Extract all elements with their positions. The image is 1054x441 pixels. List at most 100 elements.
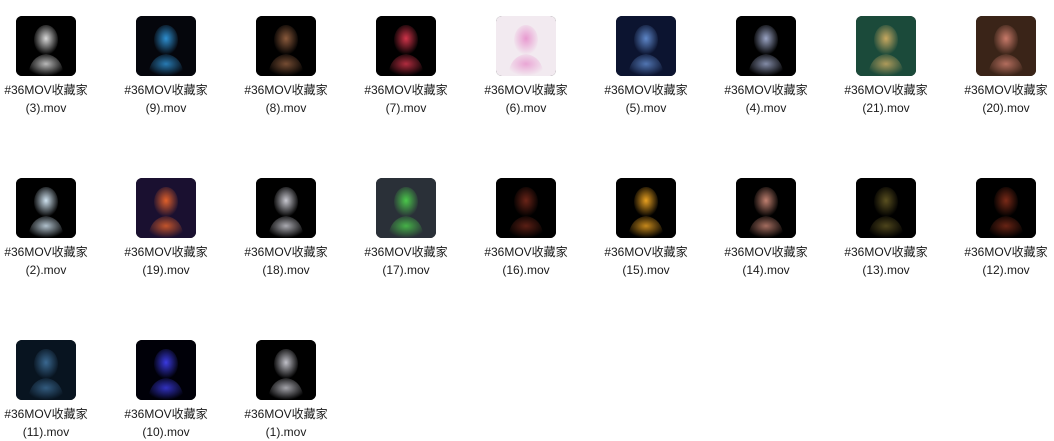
video-thumbnail-icon [976,16,1036,76]
video-thumbnail-icon [136,340,196,400]
file-item[interactable]: #36MOV收藏家 (8).mov [240,0,340,115]
file-name-line-2: (17).mov [382,263,430,277]
video-thumbnail-icon [16,16,76,76]
file-item[interactable]: #36MOV收藏家 (21).mov [840,0,940,115]
file-name-line-2: (7).mov [385,101,427,115]
file-name-line-1: #36MOV收藏家 [844,83,928,97]
file-item[interactable]: #36MOV收藏家 (16).mov [480,162,580,277]
video-thumbnail-icon [616,16,676,76]
file-item[interactable]: #36MOV收藏家 (9).mov [120,0,220,115]
file-name-line-2: (6).mov [505,101,547,115]
file-item[interactable]: #36MOV收藏家 (13).mov [840,162,940,277]
file-name: #36MOV收藏家 (9).mov [106,81,226,117]
file-item[interactable]: #36MOV收藏家 (12).mov [960,162,1054,277]
file-name: #36MOV收藏家 (5).mov [586,81,706,117]
video-thumbnail-icon [736,178,796,238]
video-thumbnail-icon [496,16,556,76]
file-item[interactable]: #36MOV收藏家 (4).mov [720,0,820,115]
file-item[interactable]: #36MOV收藏家 (10).mov [120,324,220,439]
file-name-line-2: (20).mov [982,101,1030,115]
file-name-line-1: #36MOV收藏家 [4,83,88,97]
file-name: #36MOV收藏家 (17).mov [346,243,466,279]
file-item[interactable]: #36MOV收藏家 (1).mov [240,324,340,439]
video-thumbnail-icon [736,16,796,76]
file-item[interactable]: #36MOV收藏家 (19).mov [120,162,220,277]
file-name-line-1: #36MOV收藏家 [604,245,688,259]
file-name: #36MOV收藏家 (1).mov [226,405,346,441]
file-name-line-1: #36MOV收藏家 [484,83,568,97]
file-name-line-1: #36MOV收藏家 [124,83,208,97]
video-thumbnail-icon [16,340,76,400]
file-name-line-2: (3).mov [25,101,67,115]
video-thumbnail-icon [856,16,916,76]
file-name-line-2: (8).mov [265,101,307,115]
file-name-line-2: (16).mov [502,263,550,277]
file-item[interactable]: #36MOV收藏家 (7).mov [360,0,460,115]
file-item[interactable]: #36MOV收藏家 (6).mov [480,0,580,115]
file-name: #36MOV收藏家 (13).mov [826,243,946,279]
file-name-line-2: (13).mov [862,263,910,277]
file-name-line-2: (4).mov [745,101,787,115]
video-thumbnail-icon [256,16,316,76]
file-name-line-2: (18).mov [262,263,310,277]
file-name-line-2: (10).mov [142,425,190,439]
file-name-line-2: (12).mov [982,263,1030,277]
video-thumbnail-icon [256,178,316,238]
file-name: #36MOV收藏家 (15).mov [586,243,706,279]
file-grid: #36MOV收藏家 (3).mov #36MOV收藏家 (9).mov #36MOV收藏… [0,0,1054,440]
video-thumbnail-icon [616,178,676,238]
file-name: #36MOV收藏家 (3).mov [0,81,106,117]
file-name-line-2: (9).mov [145,101,187,115]
file-name: #36MOV收藏家 (16).mov [466,243,586,279]
file-item[interactable]: #36MOV收藏家 (3).mov [0,0,100,115]
file-name-line-1: #36MOV收藏家 [844,245,928,259]
video-thumbnail-icon [376,178,436,238]
file-name: #36MOV收藏家 (18).mov [226,243,346,279]
video-thumbnail-icon [856,178,916,238]
video-thumbnail-icon [136,16,196,76]
file-name: #36MOV收藏家 (7).mov [346,81,466,117]
file-item[interactable]: #36MOV收藏家 (14).mov [720,162,820,277]
file-name-line-2: (21).mov [862,101,910,115]
video-thumbnail-icon [976,178,1036,238]
file-item[interactable]: #36MOV收藏家 (11).mov [0,324,100,439]
file-item[interactable]: #36MOV收藏家 (2).mov [0,162,100,277]
file-item[interactable]: #36MOV收藏家 (18).mov [240,162,340,277]
file-item[interactable]: #36MOV收藏家 (20).mov [960,0,1054,115]
file-name-line-1: #36MOV收藏家 [4,407,88,421]
file-name: #36MOV收藏家 (6).mov [466,81,586,117]
file-name: #36MOV收藏家 (10).mov [106,405,226,441]
file-name-line-2: (14).mov [742,263,790,277]
file-item[interactable]: #36MOV收藏家 (5).mov [600,0,700,115]
file-name-line-2: (11).mov [22,425,70,439]
file-name-line-2: (2).mov [25,263,67,277]
video-thumbnail-icon [136,178,196,238]
file-name-line-1: #36MOV收藏家 [4,245,88,259]
file-item[interactable]: #36MOV收藏家 (17).mov [360,162,460,277]
file-name-line-1: #36MOV收藏家 [124,245,208,259]
file-name-line-1: #36MOV收藏家 [244,83,328,97]
file-name-line-1: #36MOV收藏家 [604,83,688,97]
file-name-line-2: (5).mov [625,101,667,115]
file-name: #36MOV收藏家 (21).mov [826,81,946,117]
file-name-line-1: #36MOV收藏家 [724,245,808,259]
file-name-line-2: (15).mov [622,263,670,277]
file-name: #36MOV收藏家 (8).mov [226,81,346,117]
file-name: #36MOV收藏家 (2).mov [0,243,106,279]
file-name: #36MOV收藏家 (12).mov [946,243,1054,279]
video-thumbnail-icon [496,178,556,238]
file-name-line-1: #36MOV收藏家 [244,245,328,259]
file-name-line-1: #36MOV收藏家 [244,407,328,421]
file-name-line-1: #36MOV收藏家 [964,245,1048,259]
file-name-line-2: (1).mov [265,425,307,439]
file-name: #36MOV收藏家 (19).mov [106,243,226,279]
file-name: #36MOV收藏家 (11).mov [0,405,106,441]
video-thumbnail-icon [16,178,76,238]
file-name-line-1: #36MOV收藏家 [964,83,1048,97]
file-name-line-1: #36MOV收藏家 [124,407,208,421]
file-name-line-1: #36MOV收藏家 [724,83,808,97]
video-thumbnail-icon [376,16,436,76]
file-item[interactable]: #36MOV收藏家 (15).mov [600,162,700,277]
file-name-line-1: #36MOV收藏家 [364,83,448,97]
file-name: #36MOV收藏家 (20).mov [946,81,1054,117]
